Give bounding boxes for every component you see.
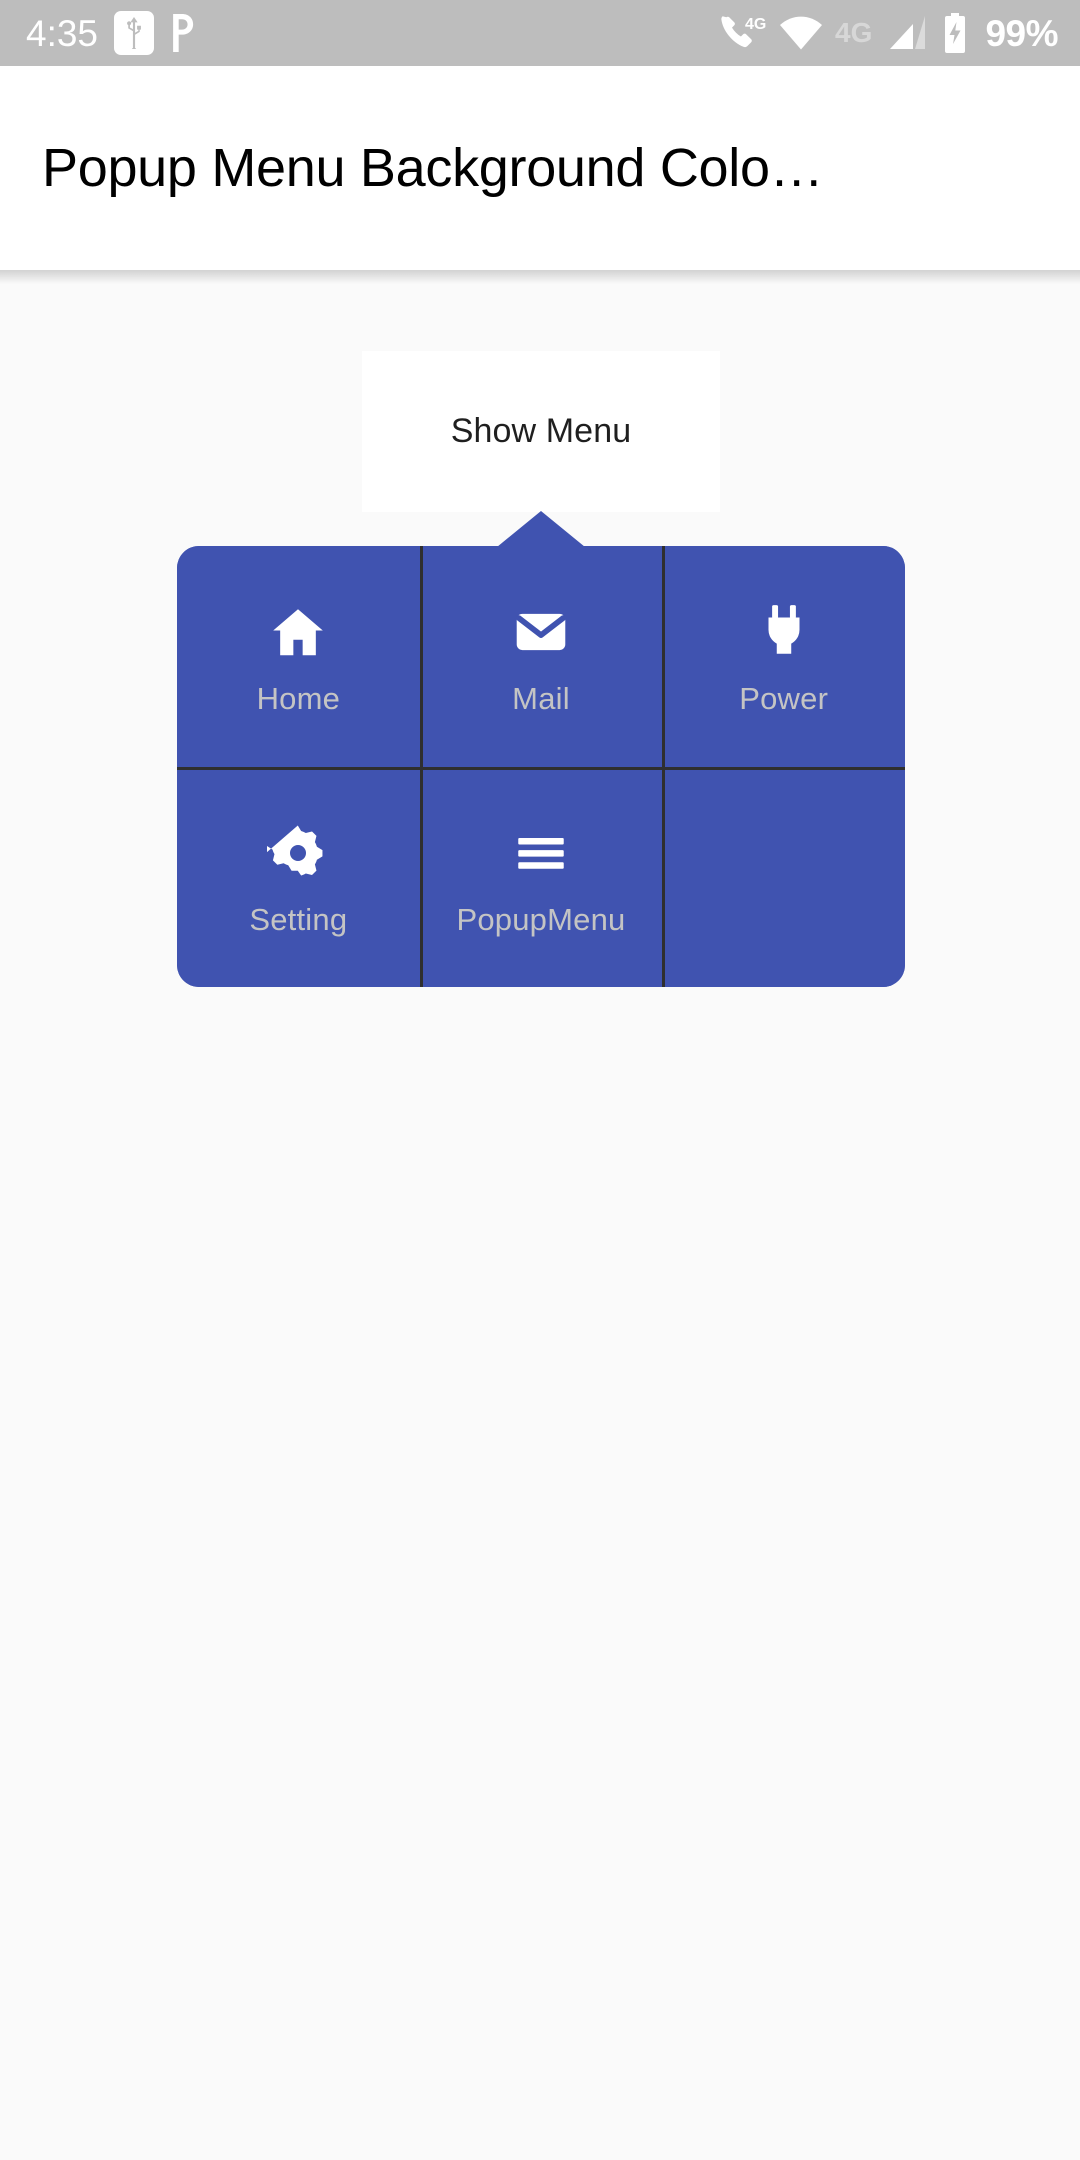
popup-menu-item-home[interactable]: Home	[177, 546, 420, 767]
popup-menu-item-label: Setting	[249, 901, 348, 937]
popup-menu-item-power[interactable]: Power	[662, 546, 905, 767]
phone-screen: 4:35 4G 4G 99% Popup Menu Background Col…	[0, 0, 1080, 2160]
wifi-icon	[779, 15, 823, 51]
home-icon	[265, 599, 331, 665]
popup-menu-item-popupmenu[interactable]: PopupMenu	[419, 766, 663, 987]
svg-text:4G: 4G	[745, 16, 766, 33]
status-bar-left-group: 4:35	[26, 11, 196, 55]
popup-menu-item-label: Home	[256, 681, 341, 717]
app-bar-shadow	[0, 270, 1080, 284]
svg-text:4G: 4G	[835, 17, 872, 48]
mail-icon	[508, 599, 574, 665]
status-bar-right-group: 4G 4G 99%	[719, 13, 1058, 53]
popup-menu-item-label: Mail	[512, 681, 570, 717]
popup-menu-item-label: PopupMenu	[456, 901, 626, 937]
popup-menu-item-mail[interactable]: Mail	[419, 546, 663, 767]
phone-4g-icon: 4G	[719, 13, 767, 53]
usb-icon	[114, 11, 155, 55]
status-bar-clock: 4:35	[26, 12, 99, 54]
parking-p-icon	[170, 14, 196, 52]
show-menu-button[interactable]: Show Menu	[362, 351, 720, 512]
popup-menu-item-setting[interactable]: Setting	[177, 766, 420, 987]
signal-bars-icon	[889, 15, 929, 51]
gear-icon	[265, 820, 331, 886]
power-plug-icon	[751, 599, 817, 665]
popup-arrow-icon	[497, 511, 585, 547]
page-title: Popup Menu Background Colo…	[42, 138, 824, 198]
battery-percentage: 99%	[985, 12, 1058, 54]
popup-menu: Home Mail Power Setting PopupMenu	[177, 546, 905, 987]
battery-charging-icon	[941, 13, 969, 53]
popup-menu-item-label: Power	[739, 681, 829, 717]
popup-menu-item-empty[interactable]	[662, 766, 905, 987]
app-bar: Popup Menu Background Colo…	[0, 66, 1080, 270]
status-bar: 4:35 4G 4G 99%	[0, 0, 1080, 66]
hamburger-menu-icon	[508, 820, 574, 886]
network-type-label: 4G	[835, 16, 877, 50]
show-menu-label: Show Menu	[450, 412, 632, 450]
